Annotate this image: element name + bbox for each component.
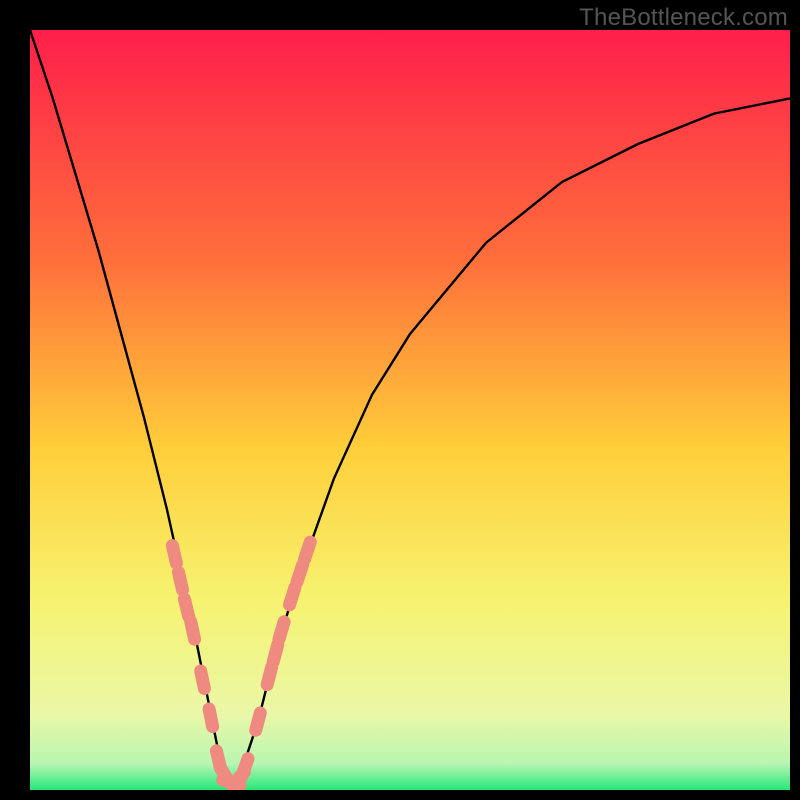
data-marker [267,667,271,684]
data-marker [172,546,176,564]
data-marker [191,622,195,640]
data-marker [290,588,295,605]
data-marker [256,713,261,730]
data-marker [201,671,205,689]
watermark-text: TheBottleneck.com [579,4,788,32]
data-marker [297,565,303,582]
data-marker [273,645,278,662]
data-marker [179,572,183,590]
data-marker [279,622,284,639]
data-marker [305,542,311,559]
data-marker [184,599,188,616]
plot-area [30,30,790,790]
chart-frame: TheBottleneck.com [0,0,800,800]
bottleneck-curve [30,30,790,790]
data-marker [242,759,248,776]
data-marker [209,709,213,727]
